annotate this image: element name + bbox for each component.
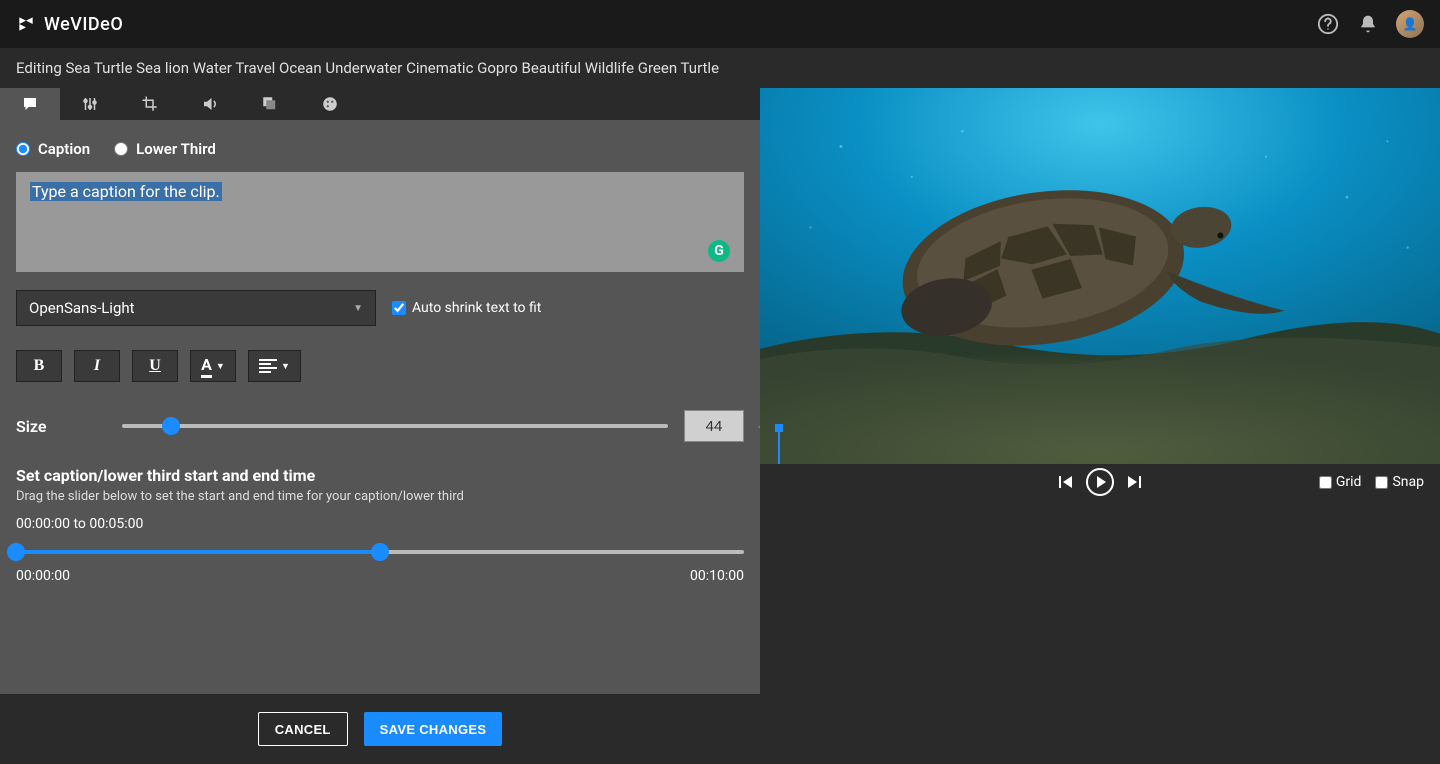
- align-button[interactable]: ▼: [248, 350, 301, 382]
- play-button[interactable]: [1086, 468, 1114, 496]
- radio-lower-third-label: Lower Third: [136, 140, 216, 158]
- cancel-button[interactable]: CANCEL: [258, 712, 348, 746]
- grammarly-icon[interactable]: G: [708, 240, 730, 262]
- speech-bubble-icon: [21, 95, 39, 113]
- radio-caption-label: Caption: [38, 140, 90, 158]
- size-input[interactable]: [684, 410, 744, 442]
- chevron-down-icon: ▼: [216, 361, 225, 372]
- chevron-down-icon: ▼: [353, 303, 363, 314]
- underline-button[interactable]: U: [132, 350, 178, 382]
- chevron-down-icon: ▼: [281, 361, 290, 372]
- crop-icon: [141, 95, 159, 113]
- radio-lower-third[interactable]: Lower Third: [114, 140, 216, 158]
- top-bar: WeVIDeO 👤: [0, 0, 1440, 48]
- speaker-icon: [201, 95, 219, 113]
- tab-layers[interactable]: [240, 88, 300, 120]
- grid-checkbox-input[interactable]: [1319, 476, 1332, 489]
- timing-slider-start-thumb[interactable]: [7, 543, 25, 561]
- tab-adjust[interactable]: [60, 88, 120, 120]
- radio-lower-third-input[interactable]: [114, 142, 128, 156]
- auto-shrink-input[interactable]: [392, 301, 406, 315]
- editor-tabs: [0, 88, 760, 120]
- caption-placeholder: Type a caption for the clip.: [30, 182, 222, 201]
- tab-caption[interactable]: [0, 88, 60, 120]
- timing-max-label: 00:10:00: [690, 568, 744, 584]
- play-icon: [1097, 476, 1106, 488]
- grid-checkbox[interactable]: Grid: [1319, 474, 1362, 490]
- help-icon[interactable]: [1316, 12, 1340, 36]
- layers-icon: [261, 95, 279, 113]
- caption-textarea[interactable]: Type a caption for the clip. G: [16, 172, 744, 272]
- size-slider-thumb[interactable]: [162, 417, 180, 435]
- editor-panel: Caption Lower Third Type a caption for t…: [0, 88, 760, 764]
- font-select-value: OpenSans-Light: [29, 299, 135, 317]
- bell-icon[interactable]: [1356, 12, 1380, 36]
- tab-audio[interactable]: [180, 88, 240, 120]
- grid-label: Grid: [1336, 474, 1362, 490]
- auto-shrink-label: Auto shrink text to fit: [412, 300, 541, 316]
- bold-button[interactable]: B: [16, 350, 62, 382]
- preview-panel: ⋮: [760, 88, 1440, 764]
- skip-back-icon: [1058, 474, 1074, 490]
- tab-crop[interactable]: [120, 88, 180, 120]
- skip-back-button[interactable]: [1058, 474, 1074, 490]
- snap-checkbox[interactable]: Snap: [1375, 474, 1424, 490]
- video-preview[interactable]: [760, 88, 1440, 464]
- timing-slider-end-thumb[interactable]: [371, 543, 389, 561]
- radio-caption-input[interactable]: [16, 142, 30, 156]
- text-color-button[interactable]: A▼: [190, 350, 236, 382]
- timing-slider[interactable]: [16, 542, 744, 562]
- font-select[interactable]: OpenSans-Light ▼: [16, 290, 376, 326]
- save-button[interactable]: SAVE CHANGES: [364, 712, 503, 746]
- project-title-bar: Editing Sea Turtle Sea lion Water Travel…: [0, 48, 1440, 88]
- playback-controls: Grid Snap: [760, 464, 1440, 500]
- user-avatar[interactable]: 👤: [1396, 10, 1424, 38]
- logo-icon: [16, 14, 36, 34]
- footer-actions: CANCEL SAVE CHANGES: [0, 694, 760, 764]
- size-label: Size: [16, 417, 106, 436]
- snap-label: Snap: [1392, 474, 1424, 490]
- timing-range-text: 00:00:00 to 00:05:00: [16, 516, 744, 532]
- brand-name: WeVIDeO: [44, 14, 123, 35]
- preview-image: [760, 88, 1440, 464]
- timing-heading: Set caption/lower third start and end ti…: [16, 466, 744, 485]
- playhead-marker[interactable]: [778, 428, 780, 464]
- snap-checkbox-input[interactable]: [1375, 476, 1388, 489]
- skip-forward-icon: [1126, 474, 1142, 490]
- radio-caption[interactable]: Caption: [16, 140, 90, 158]
- skip-forward-button[interactable]: [1126, 474, 1142, 490]
- auto-shrink-checkbox[interactable]: Auto shrink text to fit: [392, 300, 541, 316]
- timing-min-label: 00:00:00: [16, 568, 70, 584]
- project-title: Editing Sea Turtle Sea lion Water Travel…: [16, 59, 719, 77]
- align-left-icon: [259, 359, 277, 373]
- italic-button[interactable]: I: [74, 350, 120, 382]
- tab-effects[interactable]: [300, 88, 360, 120]
- brand-logo[interactable]: WeVIDeO: [16, 14, 123, 35]
- size-slider[interactable]: [122, 416, 668, 436]
- palette-icon: [321, 95, 339, 113]
- sliders-icon: [81, 95, 99, 113]
- timing-hint: Drag the slider below to set the start a…: [16, 489, 744, 504]
